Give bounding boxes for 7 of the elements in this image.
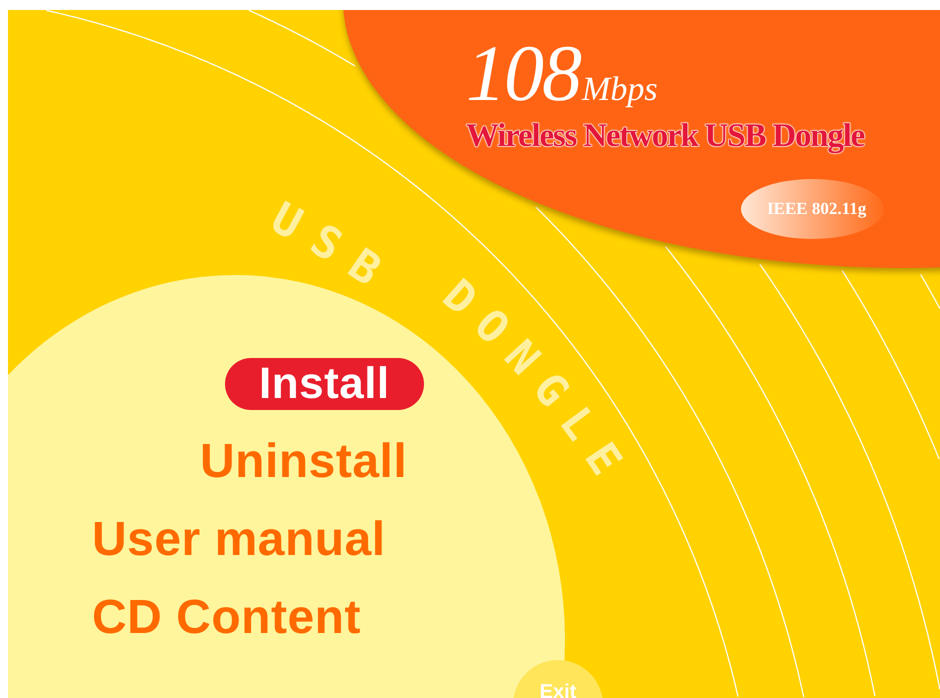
- menu-item[interactable]: Uninstall: [196, 436, 412, 488]
- menu-item[interactable]: Install: [225, 358, 424, 410]
- menu-item[interactable]: CD Content: [88, 592, 365, 644]
- speed-unit: Mbps: [582, 71, 658, 109]
- speed-number: 108: [466, 32, 580, 116]
- menu-item[interactable]: User manual: [88, 514, 390, 566]
- product-title: Wireless Network USB Dongle: [466, 118, 864, 155]
